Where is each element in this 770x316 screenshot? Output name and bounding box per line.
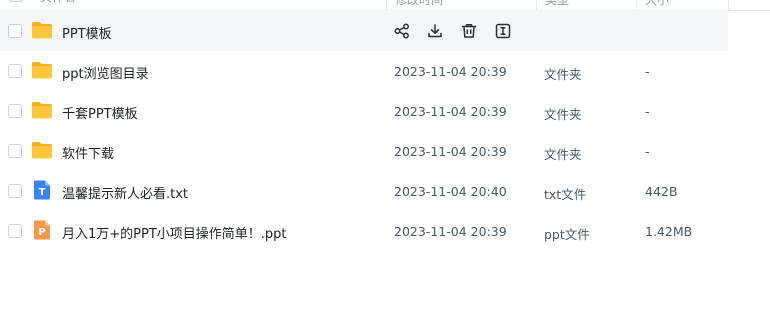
download-icon[interactable] [426, 22, 444, 40]
row-checkbox[interactable] [8, 64, 22, 78]
modified-time: 2023-11-04 20:39 [394, 224, 507, 239]
row-checkbox[interactable] [8, 224, 22, 238]
table-row[interactable]: T 温馨提示新人必看.txt 2023-11-04 20:40 txt文件 44… [0, 171, 728, 211]
header-name[interactable]: 文件名 [40, 0, 76, 5]
folder-icon [32, 62, 52, 79]
file-name[interactable]: 月入1万+的PPT小项目操作简单！.ppt [62, 223, 287, 242]
svg-text:P: P [38, 227, 45, 238]
svg-text:T: T [39, 187, 46, 198]
table-header: 文件名 修改时间 类型 大小 [0, 0, 728, 11]
file-type: 文件夹 [544, 67, 582, 82]
file-name[interactable]: 温馨提示新人必看.txt [62, 183, 188, 202]
header-size[interactable]: 大小 [636, 0, 729, 10]
row-checkbox[interactable] [8, 144, 22, 158]
file-size: 442B [645, 184, 678, 199]
file-name[interactable]: ppt浏览图目录 [62, 63, 149, 82]
file-list: PPT模板 ppt浏览图目录 2023-11-04 20:39 文件夹 - 千套… [0, 11, 728, 251]
row-checkbox[interactable] [8, 24, 22, 38]
side-panel-edge [728, 0, 770, 11]
modified-time: 2023-11-04 20:39 [394, 64, 507, 79]
ppt-file-icon: P [34, 220, 50, 240]
folder-icon [32, 102, 52, 119]
table-row[interactable]: ppt浏览图目录 2023-11-04 20:39 文件夹 - [0, 51, 728, 91]
file-type: txt文件 [544, 187, 587, 202]
file-size: - [645, 64, 650, 79]
file-type: 文件夹 [544, 147, 582, 162]
row-checkbox[interactable] [8, 104, 22, 118]
file-name[interactable]: PPT模板 [62, 23, 112, 42]
file-manager: 文件名 修改时间 类型 大小 PPT模板 [0, 0, 770, 316]
share-icon[interactable] [393, 22, 411, 40]
table-row[interactable]: 软件下载 2023-11-04 20:39 文件夹 - [0, 131, 728, 171]
folder-icon [32, 142, 52, 159]
row-checkbox[interactable] [8, 184, 22, 198]
file-size: - [645, 144, 650, 159]
header-type[interactable]: 类型 [536, 0, 637, 10]
file-type: ppt文件 [544, 227, 590, 242]
modified-time: 2023-11-04 20:39 [394, 144, 507, 159]
header-time[interactable]: 修改时间 [386, 0, 537, 10]
table-row[interactable]: 千套PPT模板 2023-11-04 20:39 文件夹 - [0, 91, 728, 131]
file-type: 文件夹 [544, 107, 582, 122]
select-all-checkbox[interactable] [9, 0, 23, 2]
file-name[interactable]: 软件下载 [62, 143, 114, 162]
file-name[interactable]: 千套PPT模板 [62, 103, 138, 122]
txt-file-icon: T [34, 180, 50, 200]
table-row[interactable]: PPT模板 [0, 11, 728, 51]
delete-icon[interactable] [460, 22, 478, 40]
folder-icon [32, 22, 52, 39]
file-size: - [645, 104, 650, 119]
table-row[interactable]: P 月入1万+的PPT小项目操作简单！.ppt 2023-11-04 20:39… [0, 211, 728, 251]
modified-time: 2023-11-04 20:40 [394, 184, 507, 199]
modified-time: 2023-11-04 20:39 [394, 104, 507, 119]
file-size: 1.42MB [645, 224, 693, 239]
rename-icon[interactable] [494, 22, 512, 40]
